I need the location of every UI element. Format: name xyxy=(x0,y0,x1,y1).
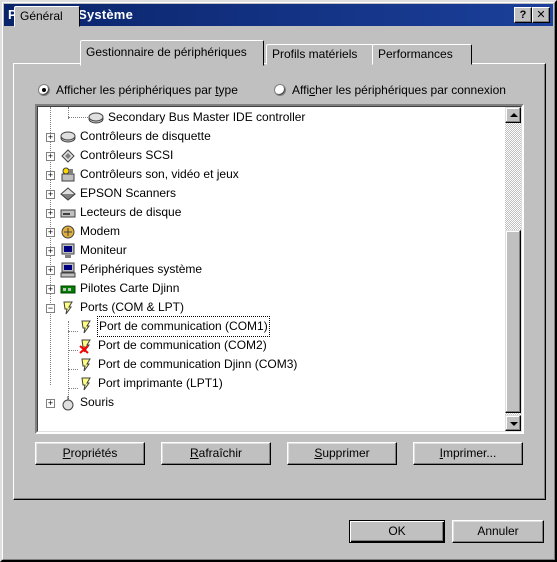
scroll-up-button[interactable] xyxy=(505,107,521,123)
expand-toggle[interactable]: + xyxy=(46,247,55,256)
expand-toggle[interactable]: + xyxy=(46,190,55,199)
view-by-connection-radio[interactable] xyxy=(274,84,286,96)
print-button[interactable]: Imprimer... xyxy=(413,442,523,465)
view-by-type-radio[interactable] xyxy=(38,84,50,96)
tree-item[interactable]: + Moniteur xyxy=(38,241,508,260)
view-by-type-option[interactable]: Afficher les périphériques par type xyxy=(38,83,238,97)
tree-item[interactable]: + Contrôleurs de disquette xyxy=(38,127,508,146)
device-tree[interactable]: Secondary Bus Master IDE controller + Co… xyxy=(35,104,524,434)
tree-item[interactable]: + Contrôleurs SCSI xyxy=(38,146,508,165)
expand-toggle[interactable]: + xyxy=(46,266,55,275)
view-by-connection-option[interactable]: Afficher les périphériques par connexion xyxy=(274,83,506,97)
scanner-icon xyxy=(60,187,76,201)
tree-item[interactable]: + Modem xyxy=(38,222,508,241)
disk-drive-icon xyxy=(60,209,76,218)
tree-item[interactable]: Port de communication Djinn (COM3) xyxy=(38,355,508,374)
expand-toggle[interactable]: + xyxy=(46,133,55,142)
floppy-controller-icon xyxy=(60,131,76,143)
scsi-controller-icon xyxy=(61,149,75,163)
expand-toggle[interactable]: + xyxy=(46,399,55,408)
tree-item[interactable]: Port de communication (COM1) xyxy=(38,316,508,337)
tree-item[interactable]: + Pilotes Carte Djinn xyxy=(38,279,508,298)
tree-item[interactable]: + Lecteurs de disque xyxy=(38,203,508,222)
expand-toggle[interactable]: + xyxy=(46,171,55,180)
scroll-thumb[interactable] xyxy=(505,230,521,413)
tab-hardware-profiles[interactable]: Profils matériels xyxy=(266,44,374,65)
tree-item[interactable]: + EPSON Scanners xyxy=(38,184,508,203)
cancel-button[interactable]: Annuler xyxy=(452,520,544,543)
tree-item[interactable]: Secondary Bus Master IDE controller xyxy=(38,108,508,127)
remove-button[interactable]: Supprimer xyxy=(287,442,397,465)
monitor-icon xyxy=(61,243,75,258)
tab-general[interactable]: Général xyxy=(14,6,80,27)
tree-item[interactable]: + Souris xyxy=(38,393,508,412)
port-disabled-icon xyxy=(79,339,91,354)
port-icon xyxy=(81,320,91,334)
scroll-down-button[interactable] xyxy=(505,415,521,431)
expand-toggle[interactable]: + xyxy=(46,209,55,218)
tab-performance[interactable]: Performances xyxy=(372,44,472,65)
title-bar[interactable]: Propriétés Système ? ✕ xyxy=(4,4,553,26)
tree-item[interactable]: + Périphériques système xyxy=(38,260,508,279)
expand-toggle[interactable]: + xyxy=(46,285,55,294)
refresh-button[interactable]: Rafraîchir xyxy=(161,442,271,465)
tab-device-manager[interactable]: Gestionnaire de périphériques xyxy=(80,40,264,66)
properties-button[interactable]: Propriétés xyxy=(35,442,145,465)
card-driver-icon xyxy=(60,285,76,294)
sound-video-game-icon xyxy=(61,167,75,182)
tree-item[interactable]: Port de communication (COM2) xyxy=(38,336,508,355)
mouse-icon xyxy=(62,396,74,411)
tree-item[interactable]: Port imprimante (LPT1) xyxy=(38,374,508,393)
help-button[interactable]: ? xyxy=(514,7,532,23)
modem-icon xyxy=(61,225,75,239)
system-properties-window: Propriétés Système ? ✕ Général Gestionna… xyxy=(0,0,557,562)
expand-toggle[interactable]: + xyxy=(46,152,55,161)
ok-button[interactable]: OK xyxy=(349,520,445,543)
ide-controller-icon xyxy=(88,112,104,124)
port-icon xyxy=(81,358,91,372)
port-icon xyxy=(63,301,73,315)
tree-scrollbar[interactable] xyxy=(505,107,521,431)
expand-toggle[interactable]: + xyxy=(46,228,55,237)
system-device-icon xyxy=(60,262,76,278)
tree-item[interactable]: − Ports (COM & LPT) xyxy=(38,298,508,317)
port-icon xyxy=(81,377,91,391)
close-button[interactable]: ✕ xyxy=(532,7,550,23)
collapse-toggle[interactable]: − xyxy=(46,304,55,313)
tree-item[interactable]: + Contrôleurs son, vidéo et jeux xyxy=(38,165,508,184)
